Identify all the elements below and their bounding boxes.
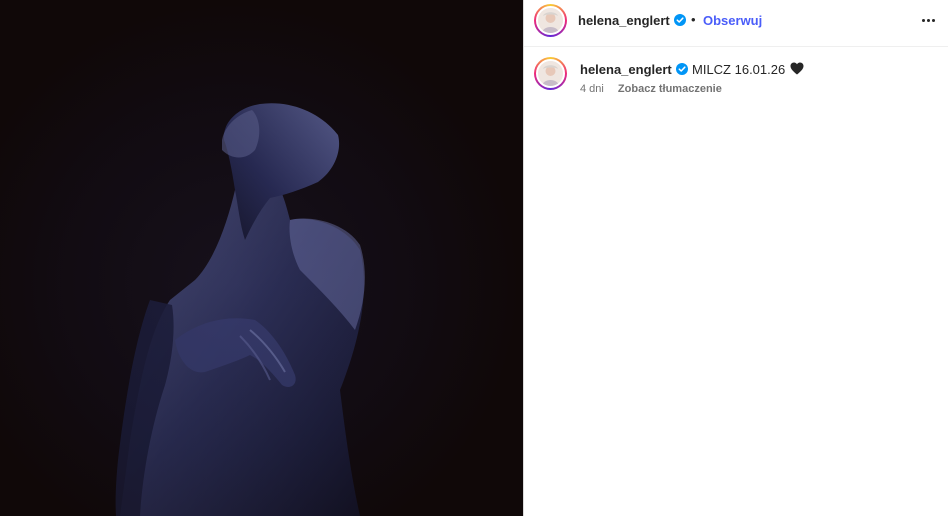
verified-badge-icon: [676, 63, 688, 75]
post-sidebar: helena_englert • Obserwuj helena_englert…: [523, 0, 948, 516]
post-image[interactable]: [0, 0, 523, 516]
more-horizontal-icon: [921, 18, 925, 22]
avatar-image-icon: [538, 61, 563, 86]
caption-author-avatar[interactable]: [534, 57, 567, 90]
post-dialog: helena_englert • Obserwuj helena_englert…: [0, 0, 948, 516]
post-header: helena_englert • Obserwuj: [524, 0, 948, 47]
avatar-image-icon: [538, 8, 563, 33]
follow-button[interactable]: Obserwuj: [703, 13, 762, 28]
caption-row: helena_englert MILCZ 16.01.26 4 dni Zoba…: [524, 47, 948, 107]
see-translation-link[interactable]: Zobacz tłumaczenie: [618, 83, 722, 95]
black-heart-icon: [790, 62, 804, 75]
photo-artwork: [0, 0, 523, 516]
caption-username[interactable]: helena_englert: [580, 62, 672, 77]
post-time[interactable]: 4 dni: [580, 83, 604, 95]
caption-text: MILCZ 16.01.26: [692, 62, 786, 77]
more-options-button[interactable]: [918, 10, 938, 30]
author-avatar[interactable]: [534, 4, 567, 37]
verified-badge-icon: [674, 14, 686, 26]
author-username[interactable]: helena_englert: [578, 13, 670, 28]
caption-meta: 4 dni Zobacz tłumaczenie: [580, 83, 722, 95]
separator-dot: •: [691, 12, 696, 27]
